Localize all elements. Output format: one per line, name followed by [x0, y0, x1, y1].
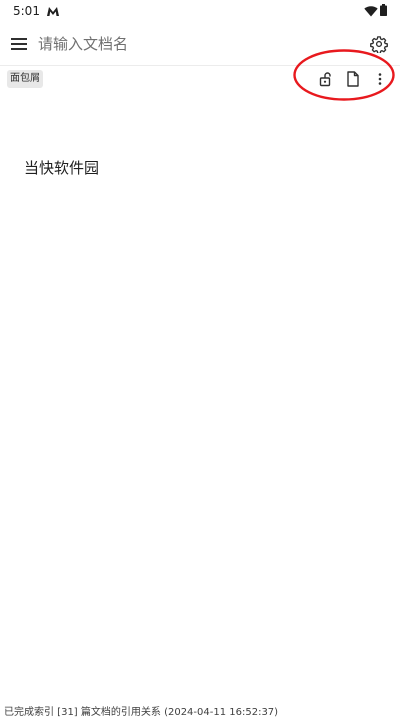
wifi-icon [364, 6, 378, 17]
more-vert-icon[interactable] [375, 71, 385, 87]
m-logo-icon [47, 7, 59, 16]
document-title: 当快软件园 [24, 159, 100, 177]
breadcrumb[interactable]: 面包屑 [7, 70, 43, 88]
top-app-bar [0, 26, 400, 64]
document-icon[interactable] [346, 71, 360, 87]
search-input[interactable] [38, 30, 358, 58]
index-status-text: 已完成索引 [31] 篇文档的引用关系 (2024-04-11 16:52:37… [4, 707, 279, 718]
app-screen: 5:01 面包屑 [0, 0, 400, 720]
gear-icon[interactable] [370, 35, 388, 53]
hamburger-menu-icon[interactable] [10, 35, 28, 53]
status-bar: 5:01 [0, 0, 400, 24]
document-toolbar: 面包屑 [0, 66, 400, 94]
status-time: 5:01 [13, 4, 40, 18]
battery-icon [380, 4, 387, 16]
unlock-icon[interactable] [319, 71, 333, 87]
